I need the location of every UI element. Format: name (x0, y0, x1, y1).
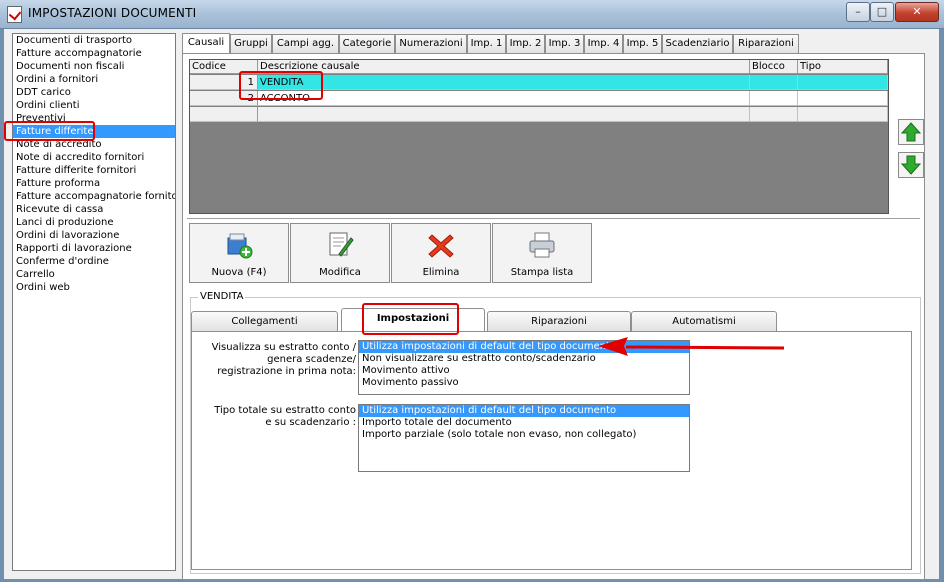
estratto-label-line: registrazione in prima nota: (217, 366, 356, 377)
application-window: IMPOSTAZIONI DOCUMENTI – □ ✕ Documenti d… (0, 0, 944, 582)
highlight-impostazioni-tab (362, 303, 459, 335)
doc-type-item[interactable]: DDT carico (13, 86, 175, 99)
tab-0[interactable]: Causali (182, 33, 230, 54)
doc-type-item[interactable]: Fatture differite fornitori (13, 164, 175, 177)
listbox-option[interactable]: Movimento attivo (359, 365, 689, 377)
listbox-option[interactable]: Movimento passivo (359, 377, 689, 389)
tab-6[interactable]: Imp. 2 (506, 34, 545, 53)
doc-type-item[interactable]: Fatture proforma (13, 177, 175, 190)
estratto-label-line: Visualizza su estratto conto / (211, 342, 356, 353)
grid-cell-empty (750, 107, 798, 122)
doc-type-item[interactable]: Fatture accompagnatorie (13, 47, 175, 60)
tipo-totale-label-line: e su scadenzario : (265, 417, 356, 428)
tab-8[interactable]: Imp. 4 (584, 34, 623, 53)
subtab-2[interactable]: Riparazioni (487, 311, 631, 331)
impostazioni-panel: Visualizza su estratto conto / genera sc… (191, 331, 912, 570)
move-down-button[interactable] (898, 152, 924, 178)
doc-type-item[interactable]: Documenti di trasporto (13, 34, 175, 47)
printer-icon (529, 232, 555, 258)
red-arrow-icon (598, 337, 785, 356)
grid-cell-empty (798, 107, 888, 122)
nuova-button[interactable]: Nuova (F4) (189, 223, 289, 283)
causali-panel: Codice Descrizione causale Blocco Tipo 1 VEN… (182, 53, 925, 580)
estratto-label: Visualizza su estratto conto / genera sc… (196, 342, 356, 378)
estratto-label-line: genera scadenze/ (267, 354, 356, 365)
separator (187, 218, 920, 220)
grid-cell-blocco (750, 91, 798, 106)
highlight-vendita-row (239, 71, 323, 100)
group-caption: VENDITA (198, 291, 246, 302)
elimina-button[interactable]: Elimina (391, 223, 491, 283)
document-type-list[interactable]: Documenti di trasporto Fatture accompagna… (12, 33, 176, 571)
listbox-option[interactable]: Importo parziale (solo totale non evaso,… (359, 429, 689, 441)
tipo-totale-label: Tipo totale su estratto conto e su scade… (196, 405, 356, 429)
grid-cell-descrizione: VENDITA (258, 75, 750, 90)
grid-column-header[interactable]: Tipo (798, 60, 888, 74)
tipo-totale-listbox[interactable]: Utilizza impostazioni di default del tip… (358, 404, 690, 472)
document-check-icon (7, 6, 22, 23)
tab-7[interactable]: Imp. 3 (545, 34, 584, 53)
nuova-label: Nuova (F4) (211, 267, 267, 278)
subtab-0[interactable]: Collegamenti (191, 311, 338, 331)
tab-4[interactable]: Numerazioni (395, 34, 467, 53)
grid-cell-blocco (750, 75, 798, 90)
highlight-fatture-differite (4, 121, 95, 141)
stampa-lista-button[interactable]: Stampa lista (492, 223, 592, 283)
doc-type-item[interactable]: Ricevute di cassa (13, 203, 175, 216)
tab-2[interactable]: Campi agg. (272, 34, 339, 53)
grid-cell-empty (258, 107, 750, 122)
doc-type-item[interactable]: Ordini a fornitori (13, 73, 175, 86)
tab-5[interactable]: Imp. 1 (467, 34, 506, 53)
maximize-button[interactable]: □ (870, 2, 894, 22)
doc-type-item[interactable]: Ordini web (13, 281, 175, 294)
doc-type-item[interactable]: Ordini clienti (13, 99, 175, 112)
modifica-label: Modifica (319, 267, 361, 278)
listbox-option[interactable]: Utilizza impostazioni di default del tip… (359, 405, 689, 417)
grid-column-header[interactable]: Blocco (750, 60, 798, 74)
tab-1[interactable]: Gruppi (230, 34, 272, 53)
doc-type-item[interactable]: Ordini di lavorazione (13, 229, 175, 242)
tipo-totale-label-line: Tipo totale su estratto conto (214, 405, 356, 416)
stampa-lista-label: Stampa lista (510, 267, 574, 278)
grid-cell-tipo (798, 91, 888, 106)
doc-type-item[interactable]: Fatture accompagnatorie fornitori (13, 190, 175, 203)
tab-9[interactable]: Imp. 5 (623, 34, 662, 53)
elimina-label: Elimina (422, 267, 460, 278)
window-title: IMPOSTAZIONI DOCUMENTI (28, 6, 197, 20)
grid-cell-descrizione: ACCONTO (258, 91, 750, 106)
doc-type-item[interactable]: Note di accredito fornitori (13, 151, 175, 164)
grid-cell-tipo (798, 75, 888, 90)
doc-type-item[interactable]: Documenti non fiscali (13, 60, 175, 73)
doc-type-item[interactable]: Rapporti di lavorazione (13, 242, 175, 255)
doc-type-item[interactable]: Conferme d'ordine (13, 255, 175, 268)
close-button[interactable]: ✕ (895, 2, 939, 22)
minimize-button[interactable]: – (846, 2, 870, 22)
client-area: Documenti di trasporto Fatture accompagna… (4, 29, 939, 580)
new-document-icon (227, 233, 253, 259)
arrow-up-icon (900, 122, 922, 142)
title-bar[interactable]: IMPOSTAZIONI DOCUMENTI – □ ✕ (0, 0, 944, 29)
doc-type-item[interactable]: Lanci di produzione (13, 216, 175, 229)
grid-column-header[interactable]: Descrizione causale (258, 60, 750, 74)
tab-3[interactable]: Categorie (339, 34, 395, 53)
grid-cell-empty (190, 107, 258, 122)
subtab-3[interactable]: Automatismi (631, 311, 777, 331)
move-up-button[interactable] (898, 119, 924, 145)
modifica-button[interactable]: Modifica (290, 223, 390, 283)
tab-11[interactable]: Riparazioni (733, 34, 799, 53)
tab-10[interactable]: Scadenziario (662, 34, 733, 53)
listbox-option[interactable]: Importo totale del documento (359, 417, 689, 429)
edit-document-icon (329, 232, 354, 257)
delete-x-icon (428, 234, 454, 258)
doc-type-item[interactable]: Carrello (13, 268, 175, 281)
arrow-down-icon (900, 155, 922, 175)
